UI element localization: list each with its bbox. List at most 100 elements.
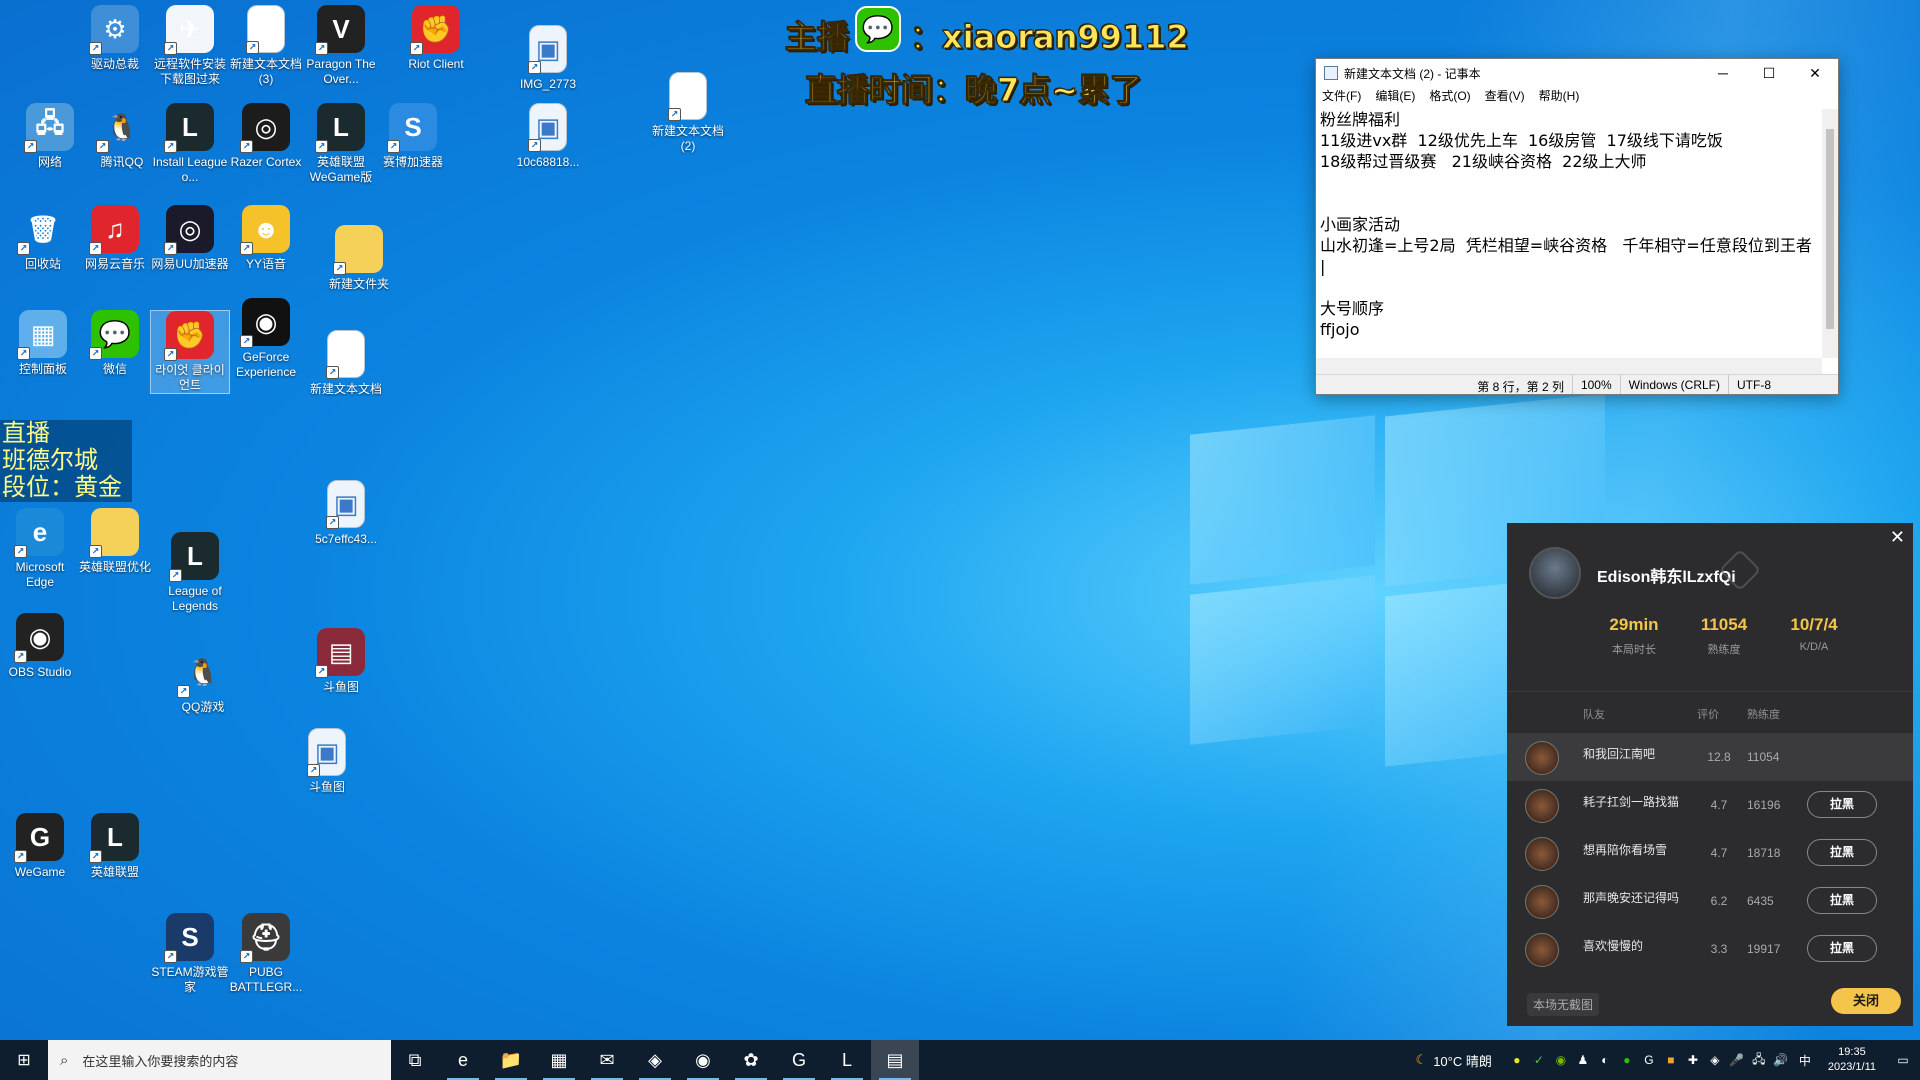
close-panel-button[interactable]: 关闭 bbox=[1831, 988, 1901, 1014]
desktop-icon-label: 驱动总裁 bbox=[90, 57, 139, 71]
menu-edit[interactable]: 编辑(E) bbox=[1375, 87, 1415, 107]
desktop-icon[interactable]: ⚙ ↗ 驱动总裁 bbox=[75, 5, 155, 72]
volume-icon[interactable]: 🔊 bbox=[1772, 1053, 1790, 1067]
clock[interactable]: 19:35 2023/1/11 bbox=[1828, 1045, 1876, 1075]
tray-icon[interactable]: ◉ bbox=[1552, 1053, 1570, 1067]
horizontal-scrollbar[interactable] bbox=[1316, 358, 1822, 374]
notepad-titlebar[interactable]: 新建文本文档 (2) - 记事本 ─ ☐ ✕ bbox=[1316, 59, 1838, 87]
desktop-icon-label: League of Legends bbox=[168, 584, 222, 613]
desktop-icon[interactable]: ↗ 英雄联盟优化 bbox=[75, 508, 155, 575]
desktop-icon[interactable]: ☻ ↗ YY语音 bbox=[226, 205, 306, 272]
taskbar-app-icon[interactable]: G bbox=[775, 1040, 823, 1080]
app-icon: ◎ ↗ bbox=[240, 103, 290, 153]
shortcut-arrow-icon: ↗ bbox=[315, 140, 328, 153]
taskbar-app-icon[interactable]: ✉ bbox=[583, 1040, 631, 1080]
taskbar-app-icon[interactable]: ▤ bbox=[871, 1040, 919, 1080]
search-box[interactable]: ⌕ 在这里输入你要搜索的内容 bbox=[48, 1040, 391, 1080]
close-button[interactable]: ✕ bbox=[1792, 65, 1838, 82]
tray-icon[interactable]: ■ bbox=[1662, 1053, 1680, 1067]
desktop-icon[interactable]: V ↗ Paragon The Over... bbox=[301, 5, 381, 87]
taskbar-app-icon[interactable]: ◈ bbox=[631, 1040, 679, 1080]
desktop-icon[interactable]: e ↗ Microsoft Edge bbox=[0, 508, 80, 590]
blacklist-button[interactable]: 拉黑 bbox=[1807, 887, 1877, 914]
taskbar-app-icon[interactable]: ✿ bbox=[727, 1040, 775, 1080]
desktop-icon[interactable]: ↗ 新建文本文档 bbox=[306, 330, 386, 397]
ime-indicator[interactable]: 中 bbox=[1794, 1052, 1816, 1069]
vertical-scrollbar[interactable] bbox=[1822, 109, 1838, 358]
taskbar-app-icon[interactable]: ▦ bbox=[535, 1040, 583, 1080]
notepad-doc-icon bbox=[1324, 66, 1338, 80]
scroll-thumb[interactable] bbox=[1826, 129, 1834, 329]
desktop-icon[interactable]: ◎ ↗ Razer Cortex bbox=[226, 103, 306, 170]
desktop-icon[interactable]: 💬 ↗ 微信 bbox=[75, 310, 155, 377]
menu-file[interactable]: 文件(F) bbox=[1322, 87, 1361, 107]
taskbar-app-icon[interactable]: e bbox=[439, 1040, 487, 1080]
desktop-icon[interactable]: ▣ ↗ 5c7effc43... bbox=[306, 480, 386, 547]
tray-icon[interactable]: ✓ bbox=[1530, 1053, 1548, 1067]
desktop-icon[interactable]: 🗑 ↗ 回收站 bbox=[3, 205, 83, 272]
notepad-window[interactable]: 新建文本文档 (2) - 记事本 ─ ☐ ✕ 文件(F) 编辑(E) 格式(O)… bbox=[1315, 58, 1839, 395]
desktop-icon[interactable]: ↗ 新建文本文档 (3) bbox=[226, 5, 306, 87]
tray-icon[interactable]: ◈ bbox=[1706, 1053, 1724, 1067]
desktop-icon[interactable]: G ↗ WeGame bbox=[0, 813, 80, 880]
app-icon: S ↗ bbox=[164, 913, 214, 963]
desktop-icon[interactable]: ▣ ↗ 10c68818... bbox=[508, 103, 588, 170]
blacklist-button[interactable]: 拉黑 bbox=[1807, 935, 1877, 962]
weather-icon: ☾ bbox=[1415, 1052, 1428, 1067]
taskbar-app-icon[interactable]: L bbox=[823, 1040, 871, 1080]
menu-format[interactable]: 格式(O) bbox=[1429, 87, 1470, 107]
desktop-icon[interactable]: ✊ ↗ Riot Client bbox=[396, 5, 476, 72]
teammate-row: 那声晚安还记得吗 6.2 6435 拉黑 bbox=[1507, 877, 1913, 925]
desktop-icon[interactable]: S ↗ STEAM游戏管家 bbox=[150, 913, 230, 995]
desktop-icon[interactable]: ▣ ↗ 斗鱼图 bbox=[287, 728, 367, 795]
notification-icon[interactable]: ▭ bbox=[1888, 1053, 1918, 1067]
blacklist-button[interactable]: 拉黑 bbox=[1807, 791, 1877, 818]
taskbar-app-icon[interactable]: 📁 bbox=[487, 1040, 535, 1080]
app-icon: ⚙ ↗ bbox=[89, 5, 139, 55]
taskbar-app-icon[interactable]: ⧉ bbox=[391, 1040, 439, 1080]
desktop-icon[interactable]: ⛑ ↗ PUBG BATTLEGR... bbox=[226, 913, 306, 995]
desktop-icon[interactable]: L ↗ League of Legends bbox=[155, 532, 235, 614]
streamer-label: 主播 bbox=[784, 18, 850, 57]
desktop-icon[interactable]: ↗ 新建文件夹 bbox=[319, 225, 399, 292]
desktop-icon[interactable]: L ↗ 英雄联盟WeGame版 bbox=[301, 103, 381, 185]
tray-icon[interactable]: ● bbox=[1618, 1053, 1636, 1067]
network-icon[interactable]: 🖧 bbox=[1750, 1050, 1768, 1071]
tray-icon[interactable]: ♟ bbox=[1574, 1053, 1592, 1067]
tray-icon[interactable]: ✚ bbox=[1684, 1053, 1702, 1067]
taskbar-app-icon[interactable]: ◉ bbox=[679, 1040, 727, 1080]
desktop-icon[interactable]: 🖧 ↗ 网络 bbox=[10, 103, 90, 170]
desktop-icon[interactable]: S ↗ 赛博加速器 bbox=[373, 103, 453, 170]
desktop-icon[interactable]: ✊ ↗ 라이엇 클라이언트 bbox=[150, 310, 230, 394]
desktop-icon[interactable]: ◉ ↗ GeForce Experience bbox=[226, 298, 306, 380]
desktop-icon[interactable]: ▦ ↗ 控制面板 bbox=[3, 310, 83, 377]
desktop-icon[interactable]: ▤ ↗ 斗鱼图 bbox=[301, 628, 381, 695]
menu-view[interactable]: 查看(V) bbox=[1485, 87, 1525, 107]
app-icon: 🖧 ↗ bbox=[24, 103, 74, 153]
tray-icon[interactable]: G bbox=[1640, 1053, 1658, 1067]
minimize-button[interactable]: ─ bbox=[1700, 65, 1746, 81]
desktop-icon[interactable]: ◉ ↗ OBS Studio bbox=[0, 613, 80, 680]
panel-close-icon[interactable]: ✕ bbox=[1890, 527, 1905, 548]
stat-key: 本局时长 bbox=[1612, 644, 1656, 656]
tray-icon[interactable]: ● bbox=[1508, 1053, 1526, 1067]
maximize-button[interactable]: ☐ bbox=[1746, 65, 1792, 82]
desktop-icon[interactable]: ↗ 新建文本文档 (2) bbox=[648, 72, 728, 154]
tray-icon[interactable]: ◐ bbox=[1596, 1053, 1614, 1067]
desktop-icon-label: 라이엇 클라이언트 bbox=[155, 363, 225, 392]
desktop-icon[interactable]: ♫ ↗ 网易云音乐 bbox=[75, 205, 155, 272]
shortcut-arrow-icon: ↗ bbox=[246, 41, 259, 54]
desktop-icon[interactable]: ◎ ↗ 网易UU加速器 bbox=[150, 205, 230, 272]
menu-help[interactable]: 帮助(H) bbox=[1539, 87, 1580, 107]
weather-text[interactable]: 10°C 晴朗 bbox=[1433, 1051, 1492, 1070]
desktop-icon[interactable]: 🐧 ↗ QQ游戏 bbox=[163, 648, 243, 715]
app-icon: 🗑 ↗ bbox=[17, 205, 67, 255]
blacklist-button[interactable]: 拉黑 bbox=[1807, 839, 1877, 866]
notepad-text-area[interactable]: 粉丝牌福利 11级进vx群 12级优先上车 16级房管 17级线下请吃饭 18级帮过… bbox=[1318, 109, 1822, 358]
desktop-icon[interactable]: ▣ ↗ IMG_2773 bbox=[508, 25, 588, 92]
mic-icon[interactable]: 🎤 bbox=[1728, 1053, 1746, 1067]
desktop-icon[interactable]: ✈ ↗ 远程软件安装下载图过来 bbox=[150, 5, 230, 87]
start-button[interactable]: ⊞ bbox=[0, 1040, 48, 1080]
desktop-icon[interactable]: L ↗ 英雄联盟 bbox=[75, 813, 155, 880]
desktop-icon[interactable]: L ↗ Install League o... bbox=[150, 103, 230, 185]
